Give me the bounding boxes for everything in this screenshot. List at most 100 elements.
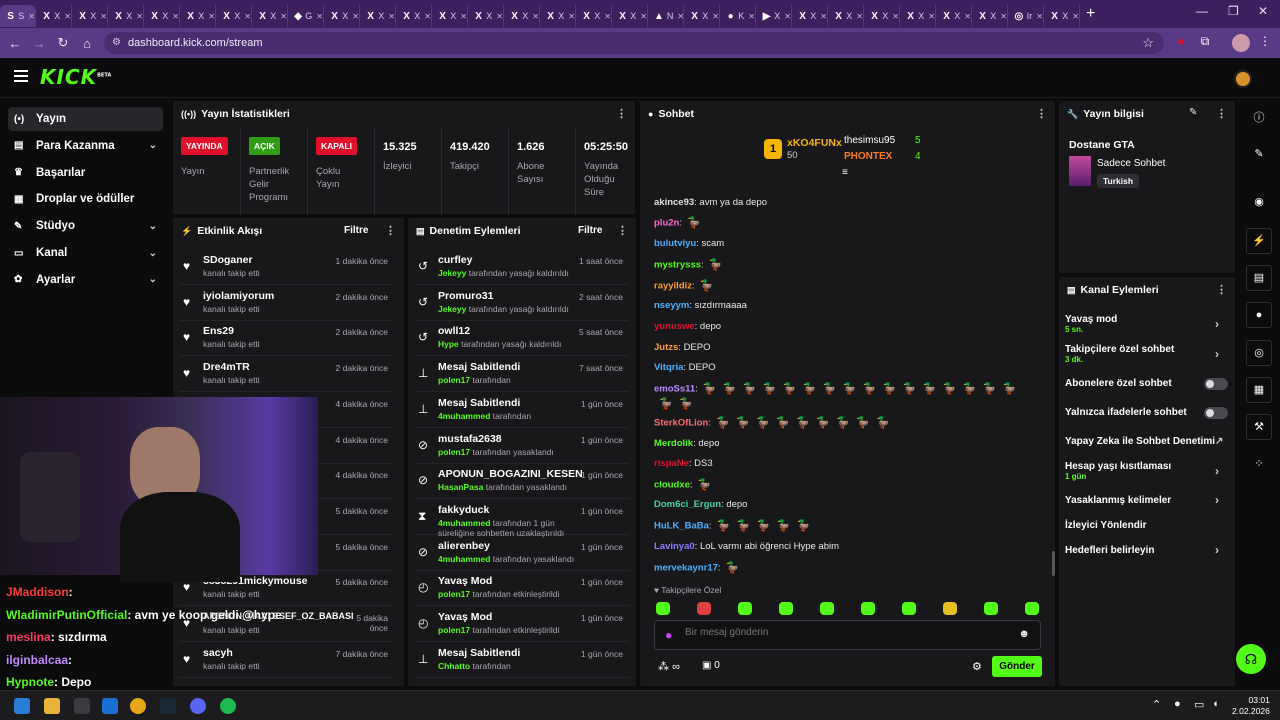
grid-icon[interactable]: ⁘	[1246, 452, 1272, 478]
activity-more-icon[interactable]: ⋮	[385, 224, 396, 237]
sidebar-item-4[interactable]: ✎ Stüdyo ⌄	[8, 214, 163, 238]
system-clock[interactable]: 03:01 2.02.2026	[1232, 695, 1270, 717]
discord-icon[interactable]	[190, 698, 206, 714]
browser-tab[interactable]: X X ✕	[792, 5, 828, 27]
bolt-icon[interactable]: ⚡	[1246, 228, 1272, 254]
activity-item[interactable]: ♥ Dre4mTR kanalı takip etti 2 dakika önce	[179, 358, 394, 393]
url-bar[interactable]: ⚙ dashboard.kick.com/stream ☆	[104, 32, 1164, 54]
tab-close-icon[interactable]: ✕	[748, 12, 755, 21]
chat-message[interactable]: plu2n: 🦆	[654, 217, 702, 229]
windows-start-icon[interactable]	[14, 698, 30, 714]
toggle-switch[interactable]	[1204, 378, 1228, 390]
chat-message[interactable]: 🦆 🦆	[654, 398, 694, 410]
activity-username[interactable]: SDoganer	[203, 254, 253, 266]
chat-message[interactable]: Jutzs: DEPO	[654, 342, 711, 353]
chat-username[interactable]: emoSs11	[654, 384, 695, 395]
chat-username[interactable]: rayyildiz	[654, 281, 692, 292]
user-avatar[interactable]	[1234, 70, 1252, 88]
chevron-right-icon[interactable]: ›	[1215, 464, 1219, 478]
hamburger-menu-icon[interactable]	[14, 70, 28, 82]
extensions-puzzle-icon[interactable]: ⧉	[1196, 34, 1214, 52]
steam-icon[interactable]	[160, 698, 176, 714]
browser-tab[interactable]: X X ✕	[864, 5, 900, 27]
microphone-icon[interactable]: ●	[665, 628, 672, 642]
maximize-icon[interactable]: ❐	[1228, 4, 1239, 18]
chat-message[interactable]: Vitqria: DEPO	[654, 362, 716, 373]
moderation-item[interactable]: ↺ owll12 Hype tarafından yasağı kaldırıldı…	[414, 322, 629, 357]
chat-username[interactable]: Lavinya0	[654, 541, 695, 552]
tab-close-icon[interactable]: ✕	[352, 12, 359, 21]
chat-username[interactable]: Merdolik	[654, 438, 693, 449]
chat-message[interactable]: SterkOfLion: 🦆 🦆 🦆 🦆 🦆 🦆 🦆 🦆 🦆	[654, 417, 891, 429]
quick-emote-icon[interactable]	[820, 602, 834, 615]
file-explorer-icon[interactable]	[44, 698, 60, 714]
quick-emote-icon[interactable]	[738, 602, 752, 615]
browser-tab[interactable]: X X ✕	[216, 5, 252, 27]
chat-message[interactable]: cloudxe: 🦆	[654, 479, 713, 491]
edit-icon[interactable]: ✎	[1246, 142, 1272, 168]
chat-username[interactable]: bulutviyu	[654, 238, 696, 249]
tab-close-icon[interactable]: ✕	[604, 12, 611, 21]
sidebar-item-3[interactable]: ▦ Droplar ve ödüller	[8, 187, 163, 211]
browser-tab[interactable]: X X ✕	[612, 5, 648, 27]
channel-action-item[interactable]: Takipçilere özel sohbet 3 dk. ›	[1065, 344, 1219, 364]
sidebar-item-1[interactable]: ▤ Para Kazanma ⌄	[8, 134, 163, 158]
quick-emote-icon[interactable]	[656, 602, 670, 615]
send-button[interactable]: Gönder	[992, 656, 1042, 677]
tab-close-icon[interactable]: ✕	[820, 12, 827, 21]
external-link-icon[interactable]: ↗	[1215, 436, 1223, 447]
chat-username[interactable]: mervekaynr17	[654, 563, 718, 574]
tray-chevron-icon[interactable]: ⌃	[1152, 698, 1161, 711]
tray-mic-icon[interactable]: ●	[1174, 698, 1181, 710]
moderation-item[interactable]: ⊘ APONUN_BOGAZINI_KESEN HasanPasa tarafınd…	[414, 465, 629, 500]
sidebar-item-2[interactable]: ♛ Başarılar	[8, 161, 163, 185]
moderation-item[interactable]: ⊥ Mesaj Sabitlendi polen17 tarafından 7 saa…	[414, 358, 629, 393]
moderation-item[interactable]: ⊥ Mesaj Sabitlendi Chhatto tarafından 1 gün…	[414, 644, 629, 678]
chat-username[interactable]: Vitqria	[654, 362, 683, 373]
broadcast-icon[interactable]: ◎	[1246, 340, 1272, 366]
browser-tab[interactable]: X X ✕	[36, 5, 72, 27]
browser-tab[interactable]: X X ✕	[180, 5, 216, 27]
tab-close-icon[interactable]: ✕	[208, 12, 215, 21]
chevron-down-icon[interactable]: ⌄	[149, 248, 157, 259]
chat-message[interactable]: rispaNe: DS3	[654, 458, 713, 469]
tab-close-icon[interactable]: ✕	[856, 12, 863, 21]
moderation-item[interactable]: ⊘ mustafa2638 polen17 tarafından yasakland…	[414, 430, 629, 464]
moderation-target[interactable]: mustafa2638	[438, 433, 502, 445]
browser-tab[interactable]: X X ✕	[144, 5, 180, 27]
tab-close-icon[interactable]: ✕	[532, 12, 539, 21]
stats-more-icon[interactable]: ⋮	[616, 107, 627, 120]
chat-username[interactable]: akince93	[654, 197, 694, 208]
chat-username[interactable]: cloudxe	[654, 480, 690, 491]
chat-username[interactable]: rispaNe	[654, 458, 689, 469]
tab-close-icon[interactable]: ✕	[172, 12, 179, 21]
chat-input-box[interactable]: ● ☻	[654, 620, 1041, 650]
sidebar-item-6[interactable]: ✿ Ayarlar ⌄	[8, 268, 163, 292]
activity-item[interactable]: ♥ Ens29 kanalı takip etti 2 dakika önce	[179, 322, 394, 357]
activity-username[interactable]: iyiolamiyorum	[203, 290, 274, 302]
toggle-switch[interactable]	[1204, 407, 1228, 419]
moderator-name[interactable]: Hype	[438, 339, 459, 349]
channel-action-item[interactable]: Yasaklanmış kelimeler ›	[1065, 493, 1219, 507]
moderation-item[interactable]: ⊥ Mesaj Sabitlendi 4muhammed tarafından 1 g…	[414, 394, 629, 428]
browser-tab[interactable]: X X ✕	[540, 5, 576, 27]
moderator-name[interactable]: polen17	[438, 589, 470, 599]
browser-tab[interactable]: ▶ X ✕	[756, 5, 792, 27]
quick-emote-icon[interactable]	[943, 602, 957, 615]
activity-item[interactable]: ♥ SDoganer kanalı takip etti 1 dakika önce	[179, 251, 394, 285]
moderation-target[interactable]: fakkyduck	[438, 504, 489, 516]
browser-tab[interactable]: X X ✕	[576, 5, 612, 27]
browser-tab[interactable]: X X ✕	[936, 5, 972, 27]
moderation-item[interactable]: ↺ curfley Jekeyy tarafından yasağı kaldırı…	[414, 251, 629, 285]
browser-tab[interactable]: X X ✕	[108, 5, 144, 27]
chevron-down-icon[interactable]: ⌄	[149, 221, 157, 232]
browser-tab[interactable]: X X ✕	[396, 5, 432, 27]
channel-action-item[interactable]: Yavaş mod 5 sn. ›	[1065, 314, 1219, 334]
tab-close-icon[interactable]: ✕	[280, 12, 287, 21]
quick-emote-icon[interactable]	[984, 602, 998, 615]
activity-username[interactable]: Ens29	[203, 325, 234, 337]
stream-info-more-icon[interactable]: ⋮	[1216, 107, 1227, 120]
home-icon[interactable]: ⌂	[74, 36, 100, 51]
moderation-target[interactable]: alierenbey	[438, 540, 490, 552]
leader-2-name[interactable]: thesimsu95	[844, 135, 895, 146]
